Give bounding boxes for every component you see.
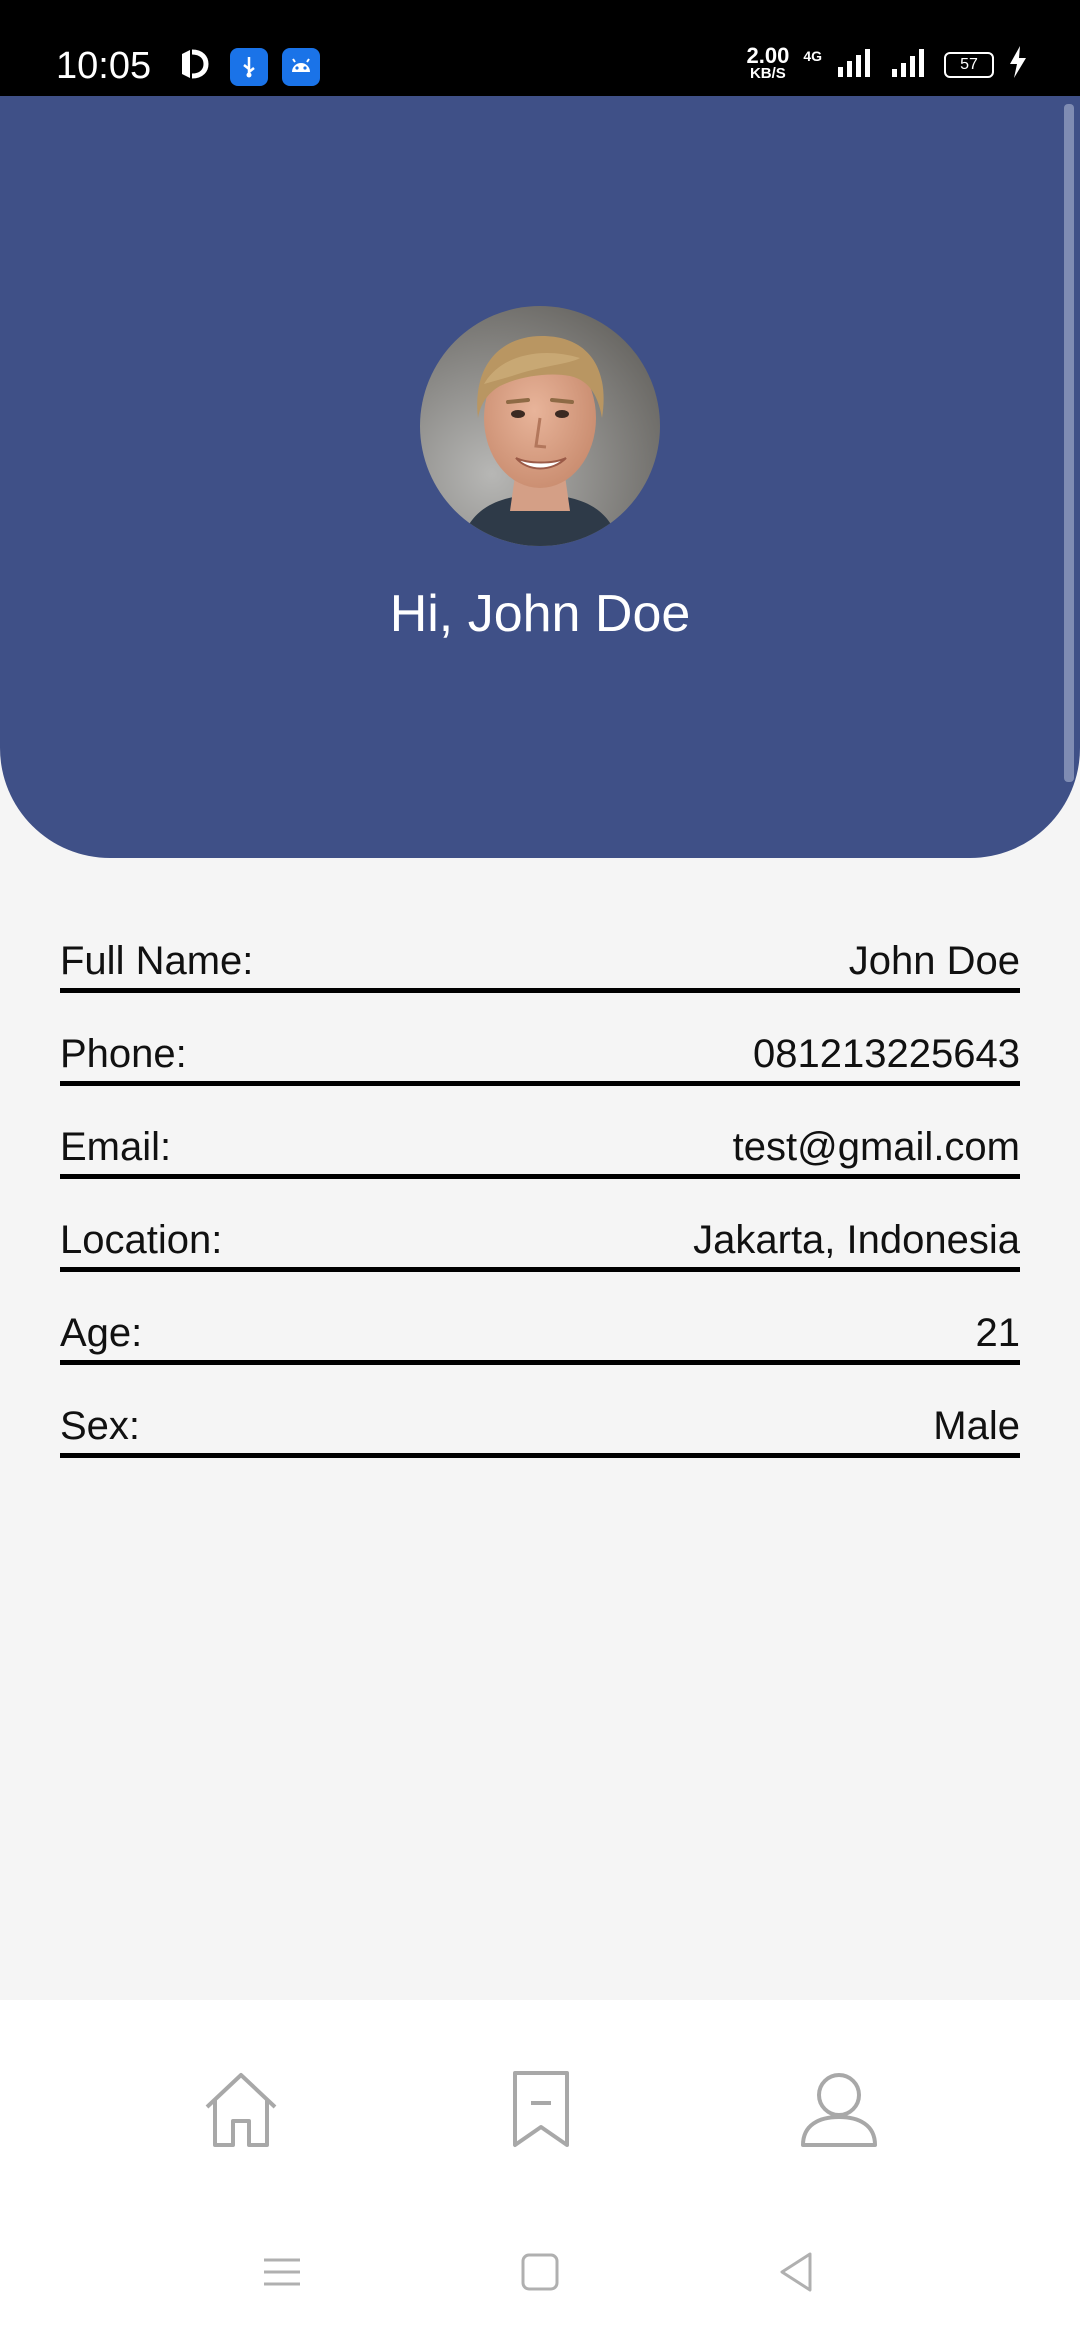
usb-debugging-icon — [230, 47, 268, 86]
status-app-icons — [176, 44, 320, 89]
bookmark-icon — [513, 2071, 569, 2147]
detail-label: Phone: — [60, 1032, 187, 1076]
network-type: 4G — [803, 48, 822, 64]
profile-icon — [801, 2073, 877, 2147]
scrollbar[interactable] — [1064, 104, 1074, 782]
detail-row-age: Age: 21 — [60, 1272, 1020, 1365]
nav-bookmark-button[interactable] — [496, 2064, 586, 2154]
detail-row-location: Location: Jakarta, Indonesia — [60, 1179, 1020, 1272]
detail-label: Sex: — [60, 1404, 141, 1448]
notification-icon — [176, 44, 216, 89]
profile-details: Full Name: John Doe Phone: 081213225643 … — [60, 900, 1020, 1458]
detail-row-sex: Sex: Male — [60, 1365, 1020, 1458]
detail-value: John Doe — [848, 939, 1020, 983]
home-square-icon — [521, 2253, 559, 2291]
charging-icon — [1008, 46, 1028, 83]
detail-row-phone: Phone: 081213225643 — [60, 993, 1020, 1086]
avatar — [420, 306, 660, 546]
recent-apps-button[interactable] — [252, 2242, 312, 2302]
greeting-title: Hi, John Doe — [389, 585, 691, 643]
detail-label: Full Name: — [60, 939, 254, 983]
status-right: 2.00 KB/S 4G 57 — [746, 42, 1028, 83]
detail-value: test@gmail.com — [732, 1125, 1020, 1169]
detail-value: 21 — [975, 1311, 1021, 1355]
battery-indicator: 57 — [944, 51, 994, 78]
nav-home-button[interactable] — [196, 2064, 286, 2154]
menu-icon — [264, 2258, 300, 2286]
detail-label: Location: — [60, 1218, 223, 1262]
speed-unit: KB/S — [749, 64, 786, 82]
back-icon — [780, 2252, 812, 2292]
status-time: 10:05 — [56, 45, 152, 87]
network-speed: 2.00 KB/S — [746, 42, 790, 83]
system-back-button[interactable] — [766, 2242, 826, 2302]
bottom-navigation — [0, 2000, 1080, 2206]
detail-label: Email: — [60, 1125, 172, 1169]
detail-value: 081213225643 — [753, 1032, 1020, 1076]
nav-profile-button[interactable] — [794, 2064, 884, 2154]
detail-value: Jakarta, Indonesia — [693, 1218, 1020, 1262]
status-bar: 10:05 2.00 KB/S 4G 57 — [0, 0, 1080, 96]
detail-label: Age: — [60, 1311, 143, 1355]
home-icon — [205, 2073, 277, 2147]
system-home-button[interactable] — [510, 2242, 570, 2302]
detail-row-email: Email: test@gmail.com — [60, 1086, 1020, 1179]
detail-row-full-name: Full Name: John Doe — [60, 900, 1020, 993]
speed-value: 2.00 — [746, 42, 790, 68]
signal-icon — [890, 47, 930, 82]
signal-icon — [836, 47, 876, 82]
android-icon — [282, 47, 320, 86]
system-navigation — [0, 2206, 1080, 2340]
detail-value: Male — [933, 1404, 1020, 1448]
